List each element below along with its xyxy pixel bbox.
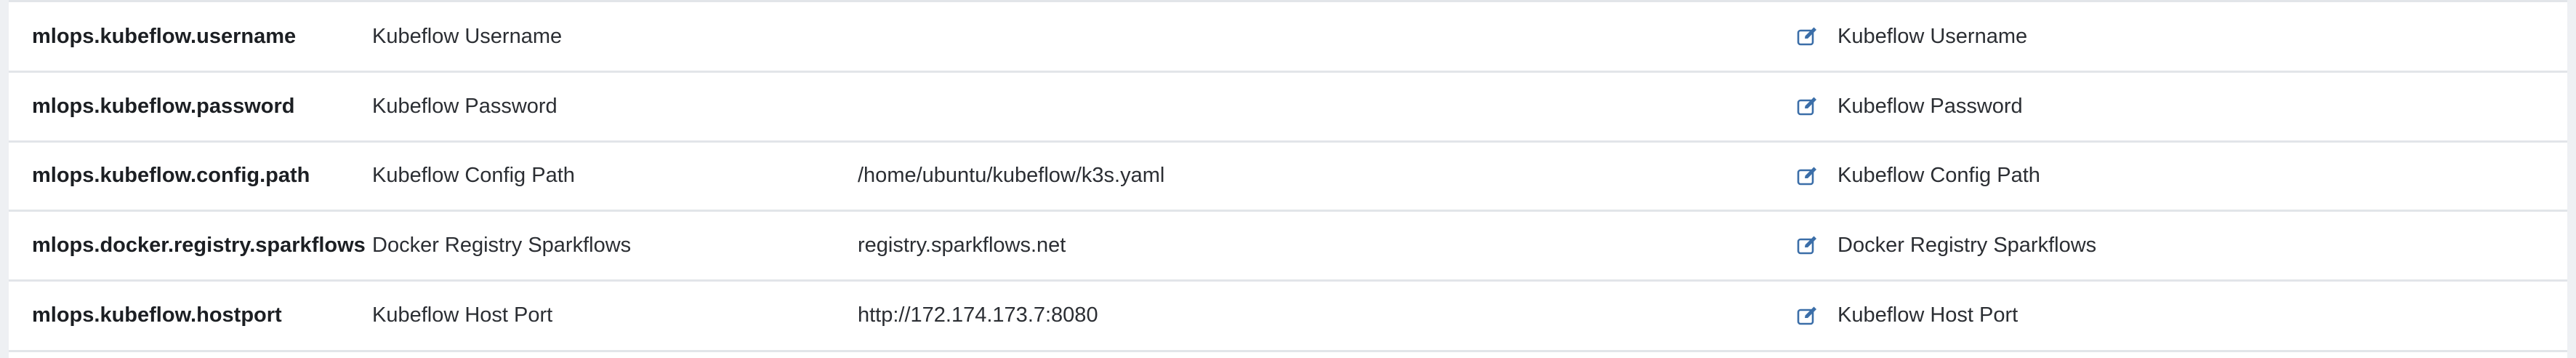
table-row: mlops.kubeflow.password Kubeflow Passwor… xyxy=(9,73,2567,143)
config-key: mlops.kubeflow.username xyxy=(32,24,297,48)
config-key: mlops.docker.registry.sparkflows xyxy=(32,233,366,257)
config-label: Kubeflow Config Path xyxy=(372,164,575,188)
config-description: Kubeflow Config Path xyxy=(1838,164,2040,188)
config-key: mlops.kubeflow.config.path xyxy=(32,164,310,188)
config-key: mlops.kubeflow.hostport xyxy=(32,303,282,327)
configuration-panel: mlops.kubeflow.username Kubeflow Usernam… xyxy=(0,0,2576,358)
edit-button[interactable] xyxy=(1794,282,1823,350)
config-description: Kubeflow Password xyxy=(1838,94,2023,118)
edit-button[interactable] xyxy=(1794,2,1823,71)
edit-icon xyxy=(1797,96,1818,116)
table-row: mlops.kubeflow.config.path Kubeflow Conf… xyxy=(9,143,2567,212)
edit-icon xyxy=(1797,165,1818,186)
table-row: mlops.kubeflow.username Kubeflow Usernam… xyxy=(9,2,2567,73)
panel-right-gutter xyxy=(2567,0,2576,358)
panel-left-gutter xyxy=(0,0,9,358)
edit-button[interactable] xyxy=(1794,212,1823,279)
config-description: Kubeflow Host Port xyxy=(1838,303,2018,327)
config-label: Kubeflow Username xyxy=(372,24,563,48)
config-key: mlops.kubeflow.password xyxy=(32,94,295,118)
config-description: Docker Registry Sparkflows xyxy=(1838,233,2097,257)
config-description: Kubeflow Username xyxy=(1838,24,2028,48)
configuration-table: mlops.kubeflow.username Kubeflow Usernam… xyxy=(9,0,2567,358)
config-value: registry.sparkflows.net xyxy=(858,233,1066,257)
edit-button[interactable] xyxy=(1794,143,1823,210)
edit-icon xyxy=(1797,26,1818,46)
table-row: mlops.docker.registry.sparkflows Docker … xyxy=(9,212,2567,282)
config-label: Kubeflow Password xyxy=(372,94,558,118)
edit-button[interactable] xyxy=(1794,73,1823,140)
table-row: mlops.kubeflow.hostport Kubeflow Host Po… xyxy=(9,282,2567,352)
config-label: Kubeflow Host Port xyxy=(372,303,553,327)
config-value: /home/ubuntu/kubeflow/k3s.yaml xyxy=(858,164,1165,188)
edit-icon xyxy=(1797,305,1818,325)
config-value: http://172.174.173.7:8080 xyxy=(858,303,1098,327)
edit-icon xyxy=(1797,235,1818,255)
config-label: Docker Registry Sparkflows xyxy=(372,233,632,257)
